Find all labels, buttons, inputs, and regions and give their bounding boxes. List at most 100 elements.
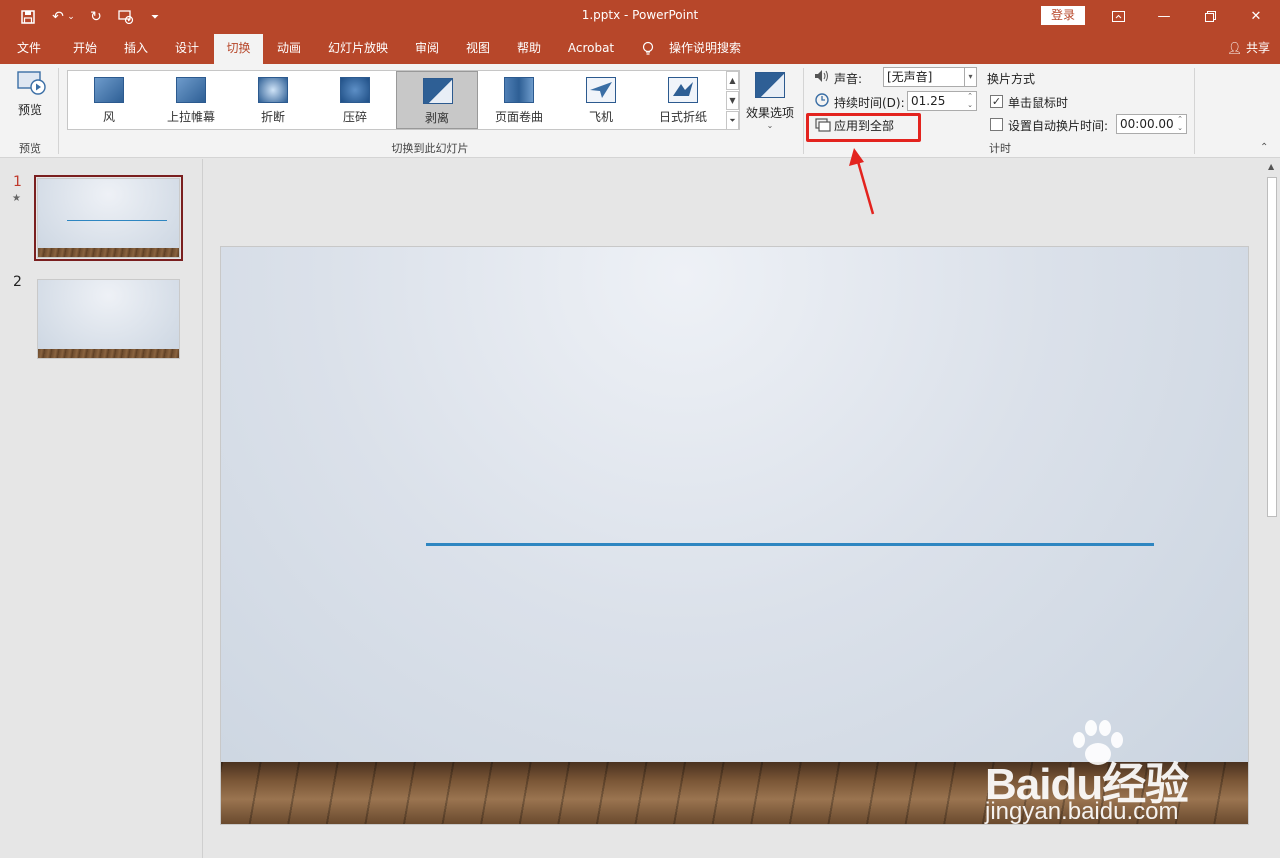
transition-label: 风 — [102, 110, 115, 124]
collapse-ribbon-icon[interactable]: ⌃ — [1260, 142, 1268, 153]
gallery-scroll-up-icon[interactable]: ▲ — [726, 71, 739, 90]
chevron-down-icon: ▾ — [964, 68, 976, 86]
ribbon-tabs: 文件 开始 插入 设计 切换 动画 幻灯片放映 审阅 视图 帮助 Acrobat… — [0, 34, 1280, 64]
duration-value: 01.25 — [911, 94, 946, 108]
tab-file[interactable]: 文件 — [8, 34, 50, 64]
group-divider — [1194, 68, 1195, 154]
chevron-down-icon: ⌄ — [766, 121, 774, 130]
watermark-url: jingyan.baidu.com — [985, 798, 1179, 825]
thumb-line — [67, 220, 167, 221]
preview-label: 预览 — [17, 103, 42, 117]
transition-curtains[interactable]: 上拉帷幕 — [150, 71, 232, 129]
transition-fracture[interactable]: 折断 — [232, 71, 314, 129]
transition-peel-off[interactable]: 剥离 — [396, 71, 478, 129]
sound-icon — [814, 69, 832, 85]
spinner-icon[interactable]: ⌃ ⌄ — [964, 92, 976, 110]
group-divider — [58, 68, 59, 154]
sound-select[interactable]: [无声音] ▾ — [883, 67, 977, 87]
tab-design[interactable]: 设计 — [165, 34, 209, 64]
person-icon: 👤︎ — [1226, 41, 1243, 55]
gallery-scroll-down-icon[interactable]: ▼ — [726, 91, 739, 110]
transition-label: 页面卷曲 — [494, 110, 543, 124]
restore-icon[interactable] — [1190, 4, 1230, 28]
tab-transitions[interactable]: 切换 — [214, 34, 263, 64]
clock-icon — [815, 93, 829, 107]
window-title: 1.pptx - PowerPoint — [581, 8, 699, 22]
share-label: 共享 — [1245, 41, 1270, 55]
login-button[interactable]: 登录 — [1041, 6, 1085, 25]
thumb-floor — [38, 248, 179, 257]
animation-star-icon: ★ — [12, 193, 21, 204]
share-button[interactable]: 👤︎ 共享 — [1227, 34, 1270, 64]
auto-after-input[interactable]: 00:00.00 ⌃ ⌄ — [1116, 114, 1187, 134]
annotation-arrow-icon — [849, 148, 875, 215]
tab-help[interactable]: 帮助 — [507, 34, 551, 64]
crush-icon — [340, 77, 370, 103]
peel-off-icon — [423, 78, 453, 104]
transition-page-curl[interactable]: 页面卷曲 — [478, 71, 560, 129]
transition-label: 折断 — [260, 110, 285, 124]
title-bar: ↶ ⌄ ↻ ⏷ 1.pptx - PowerPoint 登录 — ✕ — [0, 0, 1280, 34]
group-divider — [803, 68, 804, 154]
page-curl-icon — [504, 77, 534, 103]
sound-label: 声音: — [834, 72, 863, 86]
close-icon[interactable]: ✕ — [1236, 4, 1276, 28]
slide-thumbnail[interactable] — [37, 279, 180, 359]
ribbon-display-options-icon[interactable] — [1098, 4, 1138, 28]
minimize-icon[interactable]: — — [1144, 4, 1184, 28]
slide-thumbnail-panel: 1 ★ 2 — [0, 159, 203, 858]
origami-icon — [668, 77, 698, 103]
preview-button[interactable]: 预览 — [10, 70, 50, 122]
transition-label: 上拉帷幕 — [166, 110, 215, 124]
tab-insert[interactable]: 插入 — [114, 34, 158, 64]
scroll-up-icon[interactable]: ▲ — [1268, 162, 1274, 171]
curtains-icon — [176, 77, 206, 103]
ribbon: 预览 预览 风 上拉帷幕 折断 压碎 剥离 页面卷曲 飞机 日式折纸 ▲ ▼ ⏷… — [0, 64, 1280, 158]
transition-airplane[interactable]: 飞机 — [560, 71, 642, 129]
slide-line[interactable] — [426, 543, 1154, 546]
lightbulb-icon — [638, 34, 658, 64]
advance-slide-title: 换片方式 — [987, 72, 1036, 86]
transition-crush[interactable]: 压碎 — [314, 71, 396, 129]
on-click-checkbox[interactable]: ✓ — [990, 95, 1003, 108]
airplane-icon — [586, 77, 616, 103]
transitions-group-label: 切换到此幻灯片 — [391, 142, 469, 155]
tell-me-search[interactable]: 操作说明搜索 — [664, 34, 746, 64]
slide-thumbnail[interactable] — [37, 178, 180, 258]
tab-slide-show[interactable]: 幻灯片放映 — [320, 34, 396, 64]
duration-label: 持续时间(D): — [834, 96, 905, 110]
tab-acrobat[interactable]: Acrobat — [560, 34, 622, 64]
preview-group-label: 预览 — [19, 142, 41, 155]
transition-label: 压碎 — [342, 110, 367, 124]
preview-icon — [17, 71, 46, 95]
thumb-floor — [38, 349, 179, 358]
highlight-box — [806, 113, 921, 142]
wind-icon — [94, 77, 124, 103]
duration-input[interactable]: 01.25 ⌃ ⌄ — [907, 91, 977, 111]
effect-options-icon — [755, 72, 785, 98]
tab-view[interactable]: 视图 — [456, 34, 500, 64]
sound-value: [无声音] — [887, 70, 933, 84]
effect-options-label: 效果选项 — [745, 106, 794, 120]
transition-wind[interactable]: 风 — [68, 71, 150, 129]
timing-group-label: 计时 — [989, 142, 1011, 155]
transition-label: 飞机 — [588, 110, 613, 124]
vertical-scrollbar[interactable]: ▲ — [1264, 159, 1280, 858]
transition-origami[interactable]: 日式折纸 — [642, 71, 724, 129]
auto-after-checkbox[interactable] — [990, 118, 1003, 131]
on-click-label: 单击鼠标时 — [1008, 96, 1069, 110]
effect-options-button[interactable]: 效果选项 ⌄ — [744, 70, 796, 134]
transition-gallery: 风 上拉帷幕 折断 压碎 剥离 页面卷曲 飞机 日式折纸 — [67, 70, 740, 130]
tab-animations[interactable]: 动画 — [267, 34, 311, 64]
slide-number: 2 — [13, 274, 22, 290]
slide-number: 1 — [13, 174, 22, 190]
fracture-icon — [258, 77, 288, 103]
spinner-icon[interactable]: ⌃ ⌄ — [1174, 115, 1186, 133]
tab-home[interactable]: 开始 — [62, 34, 108, 64]
gallery-more-icon[interactable]: ⏷ — [726, 111, 739, 130]
auto-after-label: 设置自动换片时间: — [1008, 119, 1109, 133]
scrollbar-thumb[interactable] — [1267, 177, 1277, 517]
transition-label: 剥离 — [424, 111, 449, 125]
tab-review[interactable]: 审阅 — [405, 34, 449, 64]
transition-label: 日式折纸 — [658, 110, 707, 124]
